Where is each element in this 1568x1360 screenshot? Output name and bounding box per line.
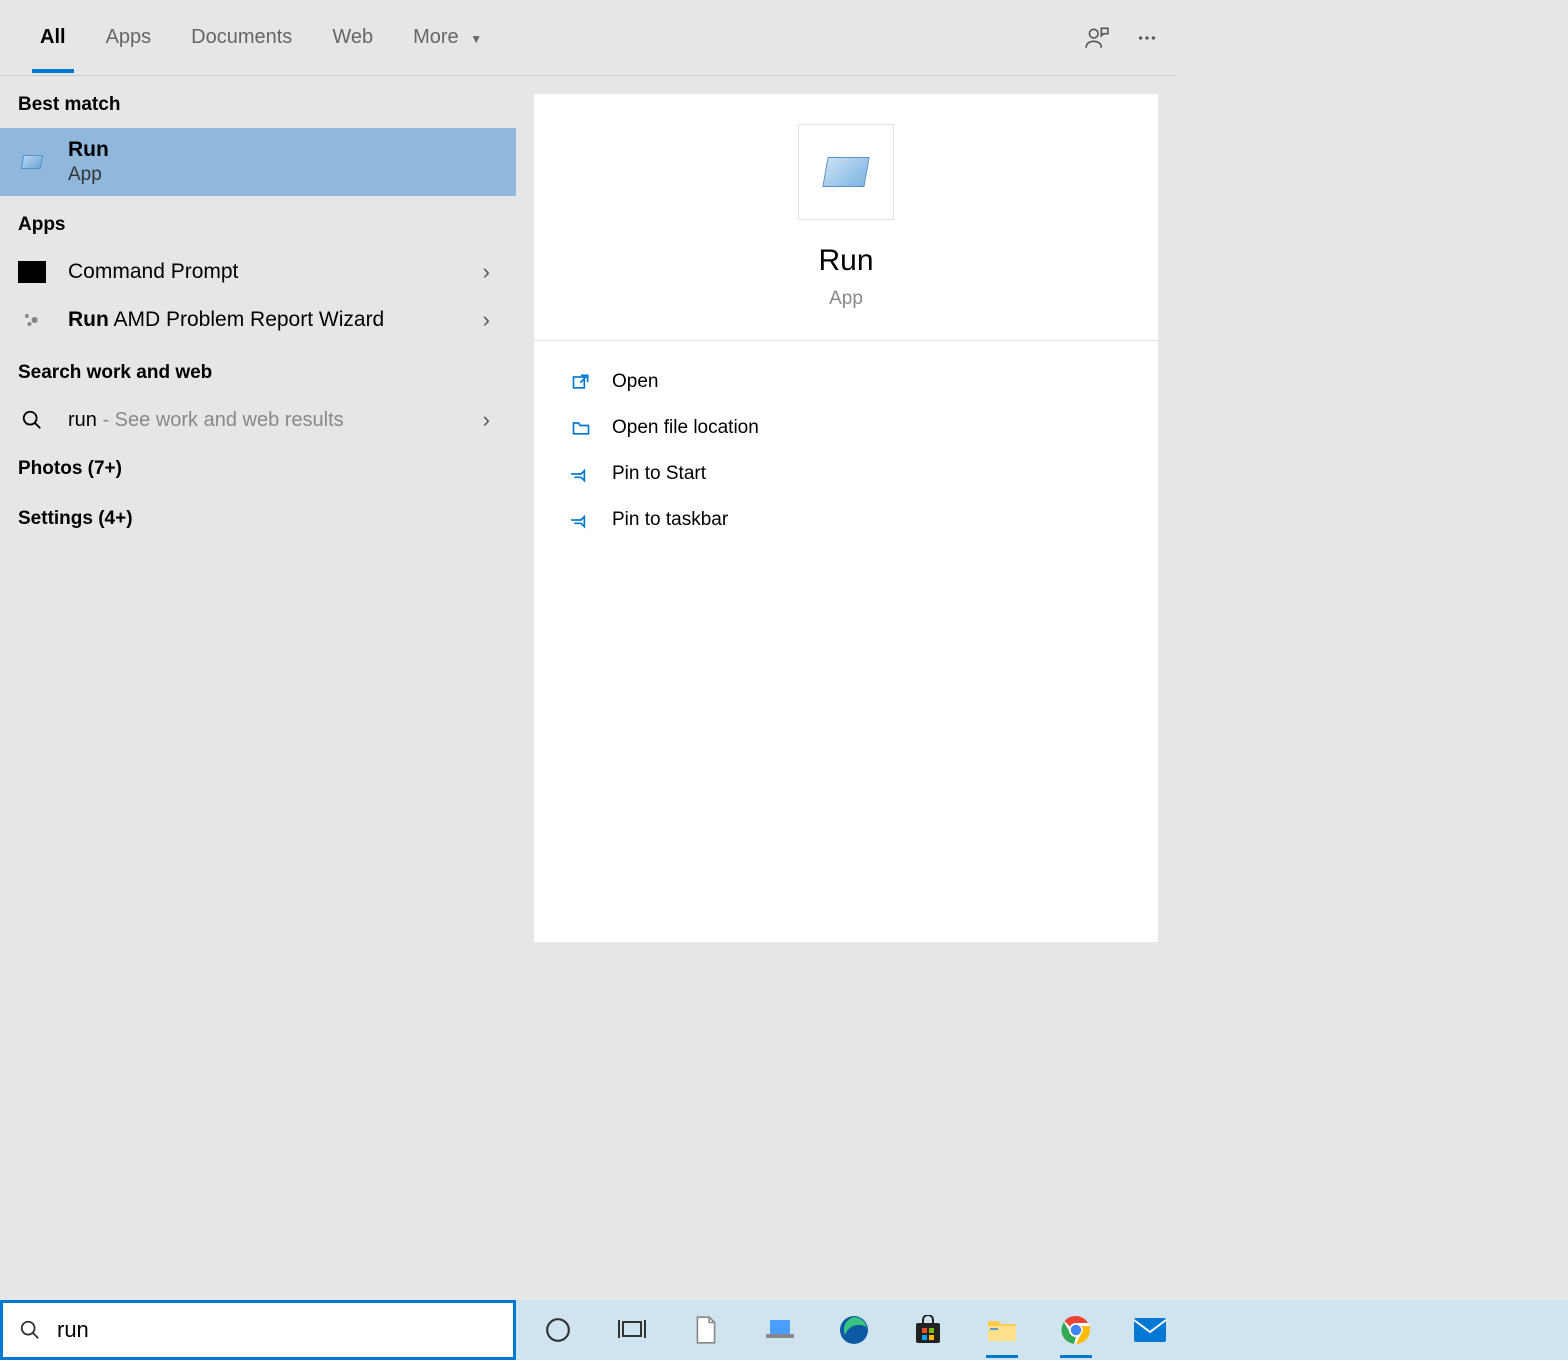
action-open[interactable]: Open	[534, 359, 1158, 405]
action-label: Open file location	[612, 417, 759, 439]
search-icon	[19, 1319, 41, 1341]
category-settings[interactable]: Settings (4+)	[0, 494, 516, 544]
taskbar-cortana[interactable]	[540, 1312, 576, 1348]
taskbar-app-store[interactable]	[910, 1312, 946, 1348]
taskbar-app-laptop[interactable]	[762, 1312, 798, 1348]
taskbar	[0, 1300, 1568, 1360]
folder-icon	[570, 417, 592, 439]
action-label: Pin to taskbar	[612, 509, 728, 531]
result-title: Command Prompt	[68, 260, 475, 284]
section-search-web: Search work and web	[0, 344, 516, 396]
taskbar-app-edge[interactable]	[836, 1312, 872, 1348]
amd-icon	[18, 306, 46, 334]
action-label: Open	[612, 371, 658, 393]
detail-pane: Run App Open Open file location	[516, 76, 1176, 960]
category-photos[interactable]: Photos (7+)	[0, 444, 516, 494]
tab-all[interactable]: All	[20, 2, 86, 73]
web-query: run	[68, 409, 97, 431]
chevron-right-icon[interactable]: ›	[475, 407, 498, 433]
result-run-app[interactable]: Run App	[0, 128, 516, 196]
chevron-right-icon[interactable]: ›	[475, 307, 498, 333]
open-icon	[570, 371, 592, 393]
chevron-down-icon: ▼	[470, 32, 482, 46]
tab-web[interactable]: Web	[312, 2, 393, 73]
filter-tabs: All Apps Documents Web More ▼	[0, 0, 1176, 76]
taskbar-app-explorer[interactable]	[984, 1312, 1020, 1348]
more-options-icon[interactable]	[1136, 27, 1158, 49]
tab-apps[interactable]: Apps	[86, 2, 172, 73]
action-label: Pin to Start	[612, 463, 706, 485]
taskbar-task-view[interactable]	[614, 1312, 650, 1348]
detail-title: Run	[818, 244, 873, 278]
result-amd-wizard[interactable]: Run AMD Problem Report Wizard ›	[0, 296, 516, 344]
web-hint: - See work and web results	[97, 409, 344, 431]
detail-subtitle: App	[829, 288, 863, 310]
result-title: Run	[68, 138, 498, 162]
result-web-search[interactable]: run - See work and web results ›	[0, 396, 516, 444]
tab-documents[interactable]: Documents	[171, 2, 312, 73]
feedback-icon[interactable]	[1084, 25, 1110, 51]
taskbar-app-chrome[interactable]	[1058, 1312, 1094, 1348]
tab-more-label: More	[413, 26, 459, 48]
action-pin-start[interactable]: Pin to Start	[534, 451, 1158, 497]
taskbar-app-document[interactable]	[688, 1312, 724, 1348]
result-subtitle: App	[68, 164, 498, 186]
chevron-right-icon[interactable]: ›	[475, 259, 498, 285]
run-icon	[18, 148, 46, 176]
section-apps: Apps	[0, 196, 516, 248]
run-icon	[798, 124, 894, 220]
tab-more[interactable]: More ▼	[393, 2, 502, 73]
result-command-prompt[interactable]: Command Prompt ›	[0, 248, 516, 296]
search-box[interactable]	[0, 1300, 516, 1360]
pin-icon	[570, 463, 592, 485]
result-title: Run AMD Problem Report Wizard	[68, 308, 475, 332]
action-pin-taskbar[interactable]: Pin to taskbar	[534, 497, 1158, 543]
results-pane: Best match Run App Apps Command Prompt ›…	[0, 76, 516, 960]
pin-icon	[570, 509, 592, 531]
action-open-file-location[interactable]: Open file location	[534, 405, 1158, 451]
taskbar-app-mail[interactable]	[1132, 1312, 1168, 1348]
search-input[interactable]	[57, 1317, 497, 1343]
section-best-match: Best match	[0, 76, 516, 128]
cmd-icon	[18, 258, 46, 286]
search-icon	[18, 406, 46, 434]
